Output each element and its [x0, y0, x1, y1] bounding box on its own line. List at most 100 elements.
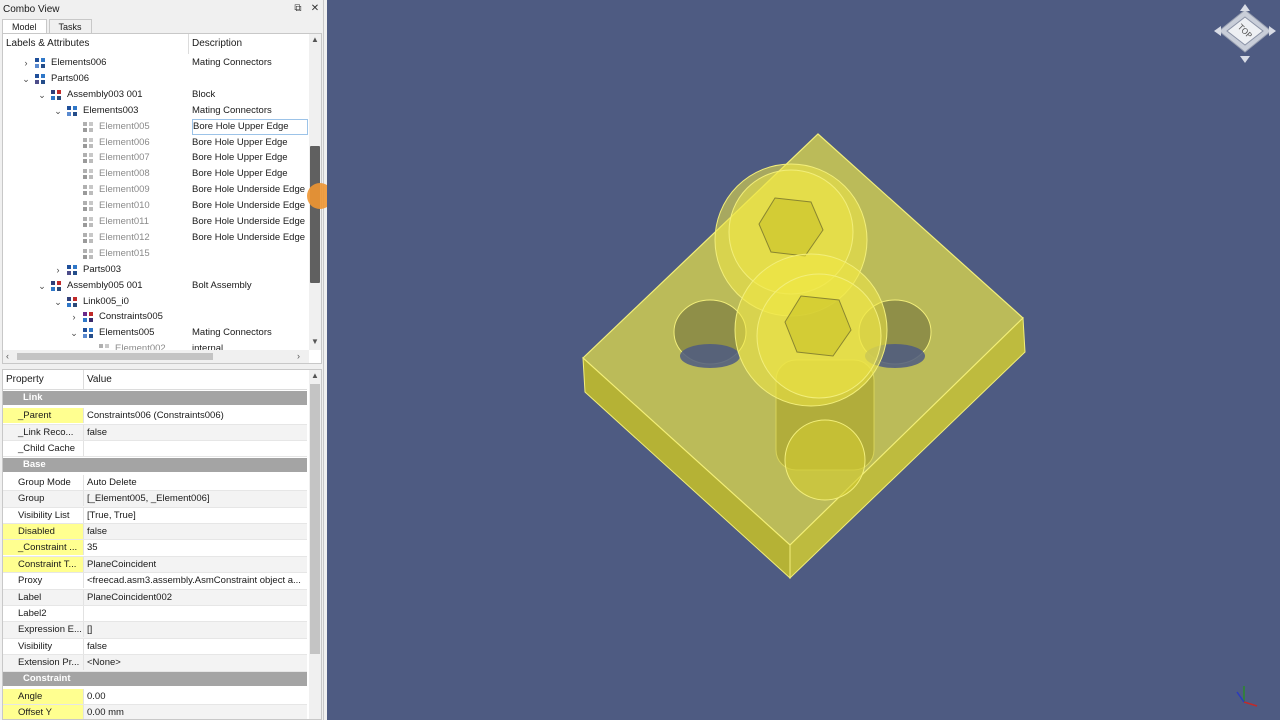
- tree-row[interactable]: ⌄ Elements003 Mating Connectors: [3, 103, 307, 119]
- navigation-cube[interactable]: TOP: [1214, 4, 1276, 63]
- tree-row[interactable]: › Parts003: [3, 262, 307, 278]
- chevron-down-icon[interactable]: ⌄: [37, 278, 47, 294]
- tree-item-description[interactable]: Mating Connectors: [192, 325, 272, 341]
- tree-row[interactable]: Element012 Bore Hole Underside Edge: [3, 230, 307, 246]
- tree-item-description[interactable]: Mating Connectors: [192, 103, 272, 119]
- property-row[interactable]: Group Mode Auto Delete: [3, 474, 307, 492]
- property-row[interactable]: Extension Pr... <None>: [3, 655, 307, 672]
- property-value[interactable]: <freecad.asm3.assembly.AsmConstraint obj…: [84, 573, 306, 588]
- tree-row[interactable]: Element006 Bore Hole Upper Edge: [3, 135, 307, 151]
- property-row[interactable]: Group [_Element005, _Element006]: [3, 491, 307, 508]
- property-row[interactable]: _Child Cache: [3, 441, 307, 458]
- property-row[interactable]: Expression E...[]: [3, 622, 307, 639]
- scroll-left-arrow-icon[interactable]: ‹: [6, 350, 9, 363]
- property-row[interactable]: _Link Reco... false: [3, 424, 307, 442]
- chevron-down-icon[interactable]: ⌄: [69, 325, 79, 341]
- property-row[interactable]: Label PlaneCoincident002: [3, 589, 307, 606]
- tree-item-description[interactable]: Bore Hole Upper Edge: [192, 135, 288, 151]
- tree-item-description[interactable]: Bore Hole Upper Edge: [192, 118, 308, 135]
- property-row[interactable]: Offset Y 0.00 mm: [3, 705, 307, 719]
- scroll-up-arrow-icon[interactable]: ▲: [309, 35, 321, 44]
- property-row[interactable]: Disabled false: [3, 524, 307, 541]
- tab-tasks[interactable]: Tasks: [48, 19, 92, 33]
- property-scrollbar-thumb[interactable]: [310, 384, 320, 654]
- tree-item-description[interactable]: Mating Connectors: [192, 55, 272, 71]
- chevron-down-icon[interactable]: ⌄: [53, 103, 63, 119]
- property-row[interactable]: Visibility false: [3, 638, 307, 656]
- property-group-header[interactable]: Link: [3, 391, 307, 405]
- property-value[interactable]: [84, 606, 306, 621]
- property-row[interactable]: _Constraint ... 35: [3, 540, 307, 557]
- scroll-right-arrow-icon[interactable]: ›: [297, 350, 300, 363]
- tree-scrollbar-thumb[interactable]: [310, 146, 320, 283]
- property-row[interactable]: _Parent Constraints006 (Constraints006): [3, 408, 307, 425]
- navcube-arrow-right-icon[interactable]: [1269, 26, 1276, 36]
- tree-item-description[interactable]: Bore Hole Upper Edge: [192, 150, 288, 166]
- close-panel-button[interactable]: ✕: [309, 3, 321, 15]
- property-value[interactable]: []: [84, 622, 306, 637]
- tab-model[interactable]: Model: [2, 19, 47, 33]
- property-row[interactable]: Constraint T... PlaneCoincident: [3, 556, 307, 574]
- tree-row[interactable]: ⌄ Assembly005 001 Bolt Assembly: [3, 278, 307, 294]
- tree-hscroll-thumb[interactable]: [17, 353, 213, 360]
- tree-item-description[interactable]: Bore Hole Upper Edge: [192, 166, 288, 182]
- chevron-right-icon[interactable]: ›: [21, 55, 31, 71]
- property-value[interactable]: 35: [84, 540, 306, 555]
- tree-row[interactable]: › Elements006 Mating Connectors: [3, 55, 307, 71]
- tree-row[interactable]: Element008 Bore Hole Upper Edge: [3, 166, 307, 182]
- scroll-up-arrow-icon[interactable]: ▲: [309, 371, 321, 380]
- tree-row[interactable]: ⌄ Parts006: [3, 71, 307, 87]
- property-value[interactable]: 0.00: [84, 689, 306, 704]
- tree-row[interactable]: Element005 Bore Hole Upper Edge: [3, 118, 308, 135]
- property-column-value[interactable]: Value: [84, 370, 112, 389]
- property-value[interactable]: false: [84, 425, 306, 440]
- tree-column-labels[interactable]: Labels & Attributes: [3, 34, 189, 54]
- 3d-viewport[interactable]: TOP: [327, 0, 1280, 720]
- navcube-arrow-up-icon[interactable]: [1240, 4, 1250, 11]
- chevron-down-icon[interactable]: ⌄: [53, 294, 63, 310]
- restore-panel-button[interactable]: ⧉: [292, 3, 304, 15]
- navcube-arrow-left-icon[interactable]: [1214, 26, 1221, 36]
- tree-row[interactable]: Element007 Bore Hole Upper Edge: [3, 150, 307, 166]
- tree-item-description[interactable]: Bore Hole Underside Edge: [192, 182, 305, 198]
- property-value[interactable]: PlaneCoincident: [84, 557, 306, 572]
- tree-column-description[interactable]: Description: [189, 34, 242, 54]
- property-value[interactable]: 0.00 mm: [84, 705, 306, 719]
- tree-row[interactable]: Element010 Bore Hole Underside Edge: [3, 198, 307, 214]
- chevron-down-icon[interactable]: ⌄: [21, 71, 31, 87]
- tree-row[interactable]: › Constraints005: [3, 309, 307, 325]
- chevron-right-icon[interactable]: ›: [53, 262, 63, 278]
- property-row[interactable]: Label2: [3, 606, 307, 623]
- tree-row[interactable]: ⌄ Link005_i0: [3, 294, 307, 310]
- navcube-arrow-down-icon[interactable]: [1240, 56, 1250, 63]
- 3d-scene[interactable]: TOP: [327, 0, 1280, 720]
- tree-row[interactable]: ⌄ Assembly003 001 Block: [3, 87, 307, 103]
- scroll-down-arrow-icon[interactable]: ▼: [309, 337, 321, 346]
- property-value[interactable]: <None>: [84, 655, 306, 670]
- property-value[interactable]: PlaneCoincident002: [84, 590, 306, 605]
- property-value[interactable]: Constraints006 (Constraints006): [84, 408, 306, 423]
- property-value[interactable]: false: [84, 524, 306, 539]
- tree-row[interactable]: Element011 Bore Hole Underside Edge: [3, 214, 307, 230]
- tree-row[interactable]: Element015: [3, 246, 307, 262]
- property-value[interactable]: false: [84, 639, 306, 654]
- property-group-header[interactable]: Base: [3, 457, 307, 472]
- property-value[interactable]: [84, 441, 306, 456]
- property-row[interactable]: Visibility List [True, True]: [3, 507, 307, 524]
- chevron-right-icon[interactable]: ›: [69, 309, 79, 325]
- property-row[interactable]: Angle 0.00: [3, 688, 307, 706]
- property-row[interactable]: Proxy <freecad.asm3.assembly.AsmConstrain…: [3, 573, 307, 590]
- property-vertical-scrollbar[interactable]: ▲: [309, 370, 321, 719]
- tree-item-description[interactable]: Bolt Assembly: [192, 278, 252, 294]
- property-value[interactable]: Auto Delete: [84, 475, 306, 490]
- property-value[interactable]: [_Element005, _Element006]: [84, 491, 306, 506]
- tree-horizontal-scrollbar[interactable]: ‹ ›: [3, 350, 309, 363]
- property-column-name[interactable]: Property: [3, 370, 84, 389]
- tree-row[interactable]: ⌄ Elements005 Mating Connectors: [3, 325, 307, 341]
- tree-item-description[interactable]: Bore Hole Underside Edge: [192, 230, 305, 246]
- tree-item-description[interactable]: Block: [192, 87, 215, 103]
- tree-row[interactable]: Element009 Bore Hole Underside Edge: [3, 182, 307, 198]
- tree-item-description[interactable]: Bore Hole Underside Edge: [192, 198, 305, 214]
- tree-item-description[interactable]: Bore Hole Underside Edge: [192, 214, 305, 230]
- property-value[interactable]: [True, True]: [84, 508, 306, 523]
